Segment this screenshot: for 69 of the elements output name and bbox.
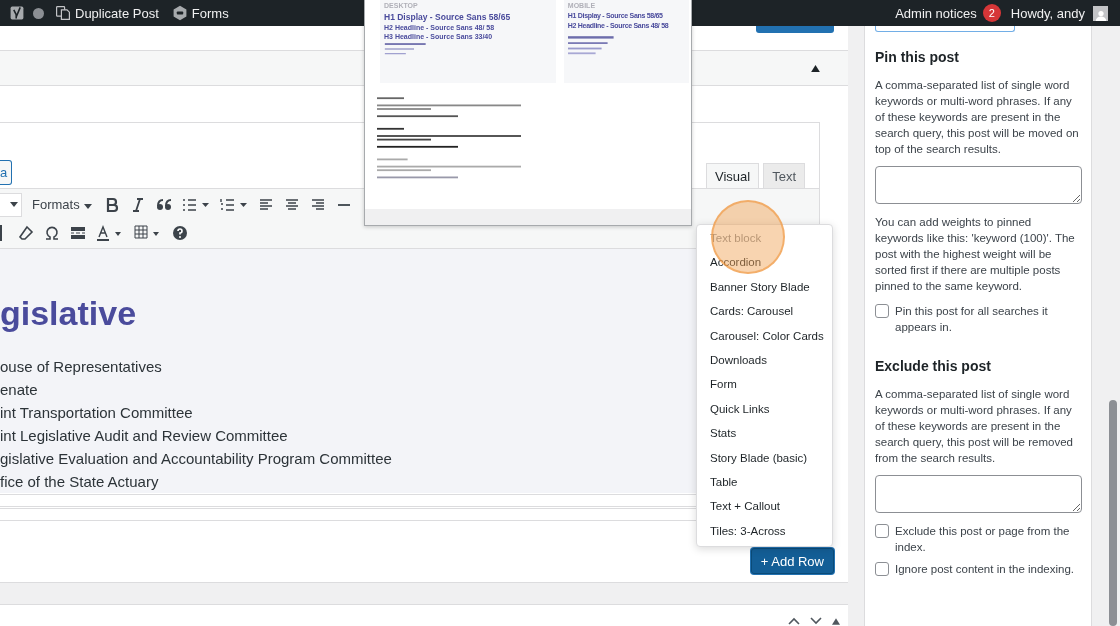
menu-item[interactable]: Carousel: Color Cards <box>697 323 832 348</box>
caret-icon[interactable] <box>10 202 18 207</box>
avatar-icon[interactable] <box>1093 5 1108 21</box>
checkbox[interactable] <box>875 562 889 576</box>
checkbox[interactable] <box>875 304 889 318</box>
list-line: ouse of Representatives <box>0 357 162 377</box>
table-icon[interactable] <box>134 224 162 241</box>
list-line: int Legislative Audit and Review Committee <box>0 426 288 446</box>
move-down-icon[interactable] <box>810 617 822 625</box>
keywords-textarea[interactable] <box>875 475 1082 513</box>
blockquote-icon[interactable] <box>155 196 172 213</box>
editor-tab[interactable]: Text <box>763 163 805 188</box>
list-line: fice of the State Actuary <box>0 472 159 492</box>
checkbox-label: Exclude this post or page from the index. <box>895 524 1071 555</box>
checkbox-label: Pin this post for all searches it appears in. <box>895 304 1049 335</box>
omega-icon[interactable] <box>44 224 60 241</box>
admin-notices-link[interactable]: Admin notices <box>895 5 977 21</box>
page-break-icon[interactable] <box>70 224 86 241</box>
section-description: A comma-separated list of single word keywords or multi-word phrases. If any of these keywords are present in the search query, this post will be removed from the search results. <box>875 387 1074 466</box>
hexagon-icon[interactable] <box>171 5 188 21</box>
menu-item[interactable]: Table <box>697 469 832 495</box>
collapse-toggle-icon[interactable] <box>832 618 840 625</box>
page-heading: gislative <box>0 293 137 333</box>
list-line: gislative Evaluation and Accountability Program Committee <box>0 449 392 469</box>
keywords-textarea[interactable] <box>875 166 1082 204</box>
list-line: int Transportation Committee <box>0 403 193 423</box>
section-note: You can add weights to pinned keywords like this: 'keyword (100)'. The post with the highest weight will be sorted first if there are multiple posts pinned to the same keyword. <box>875 215 1076 294</box>
copy-icon[interactable] <box>55 5 71 21</box>
collapse-toggle-icon[interactable] <box>811 64 820 72</box>
menu-item[interactable]: Text + Callout <box>697 494 832 519</box>
section-title: Exclude this post <box>875 358 992 374</box>
help-icon[interactable] <box>172 224 188 241</box>
numbered-list-icon[interactable] <box>219 196 248 213</box>
eraser-icon[interactable] <box>18 224 34 241</box>
menu-item[interactable]: Tiles: 3-Across <box>697 518 832 544</box>
move-up-icon[interactable] <box>788 617 800 625</box>
yoast-logo-icon[interactable] <box>9 5 25 21</box>
checkbox-label: Ignore post content in the indexing. <box>895 562 1074 577</box>
menu-item[interactable]: Form <box>697 372 832 397</box>
menu-item[interactable]: Stats <box>697 421 832 446</box>
duplicate-post-link[interactable]: Duplicate Post <box>52 5 159 21</box>
menu-item[interactable]: Quick Links <box>697 396 832 422</box>
menu-item[interactable]: Story Blade (basic) <box>697 445 832 470</box>
formats-dropdown[interactable]: Formats <box>32 197 92 212</box>
menu-item[interactable]: Cards: Carousel <box>697 299 832 324</box>
text-color-icon[interactable] <box>96 224 124 241</box>
list-line: enate <box>0 380 38 400</box>
caret-icon[interactable] <box>83 204 92 209</box>
media-button[interactable]: a <box>0 160 12 185</box>
section-title: Pin this post <box>875 49 960 65</box>
bullet-list-icon[interactable] <box>181 196 210 213</box>
section-description: A comma-separated list of single word keywords or multi-word phrases. If any of these keywords are present in the search query, this post will be moved on top of the search results. <box>875 78 1080 157</box>
greeting-link[interactable]: Howdy, andy <box>1010 5 1085 21</box>
status-dot-icon <box>33 7 44 19</box>
editor-tab[interactable]: Visual <box>705 163 760 188</box>
input-field[interactable] <box>875 26 1015 32</box>
menu-item[interactable]: Downloads <box>697 347 832 373</box>
add-row-button[interactable]: + Add Row <box>750 548 834 574</box>
forms-link[interactable]: Forms <box>168 5 229 21</box>
align-right-icon[interactable] <box>309 196 326 213</box>
align-center-icon[interactable] <box>283 196 300 213</box>
menu-item[interactable]: Banner Story Blade <box>697 274 832 300</box>
preview-heading: H1 Display - Source Sans 58/65 <box>384 12 512 22</box>
paragraph-select[interactable] <box>0 192 22 217</box>
align-left-icon[interactable] <box>257 196 274 213</box>
scrollbar-thumb[interactable] <box>1109 400 1117 626</box>
checkbox[interactable] <box>875 524 889 538</box>
notice-count-badge: 2 <box>982 4 1001 22</box>
toolbar-edge-icon[interactable] <box>0 224 2 241</box>
